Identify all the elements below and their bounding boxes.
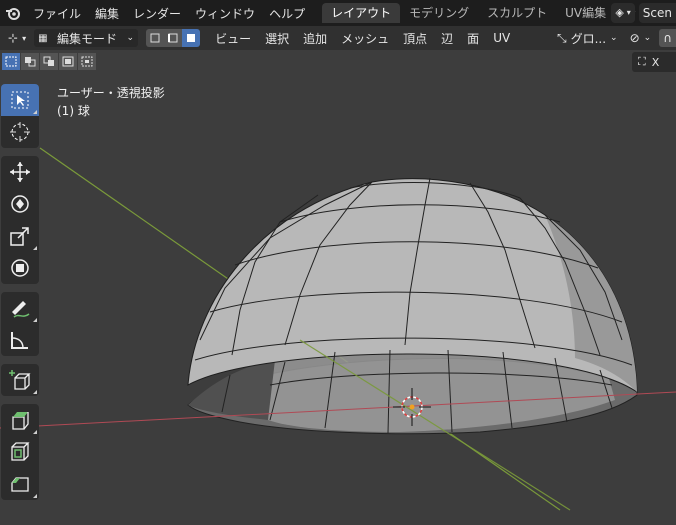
menu-select[interactable]: 選択 (258, 30, 296, 47)
navigation-gizmo-toggle[interactable]: ⛶ X (632, 52, 676, 72)
menu-edge[interactable]: 辺 (434, 30, 460, 47)
face-select-button[interactable] (182, 29, 201, 47)
extrude-icon (12, 412, 29, 430)
menu-add[interactable]: 追加 (296, 30, 334, 47)
scene-name: Scen (642, 6, 672, 20)
orientation-icon: ⤡ (556, 30, 567, 45)
chevron-down-icon: ⌄ (126, 33, 135, 43)
scene-icon: ◈ (615, 6, 624, 19)
object-name: (1) 球 (57, 104, 90, 118)
tool-measure[interactable] (1, 324, 39, 356)
tool-cursor[interactable] (1, 116, 39, 148)
nav-axis-label: X (651, 55, 660, 69)
menu-window[interactable]: ウィンドウ (188, 5, 262, 22)
tab-layout[interactable]: レイアウト (322, 3, 401, 23)
scene-selector[interactable]: ◈ ▾ (611, 3, 635, 23)
viewport-editor-icon: ⊹ (8, 31, 19, 45)
mode-label: 編集モード (57, 31, 118, 46)
toolbar (1, 84, 41, 500)
select-box-icon (11, 91, 29, 109)
blender-logo-icon[interactable] (0, 0, 26, 26)
tool-annotate[interactable] (1, 292, 39, 324)
move-icon (10, 162, 30, 182)
vertex-select-button[interactable] (146, 29, 165, 47)
orientation-label: グロ... (570, 31, 607, 46)
tool-inset[interactable] (1, 436, 39, 468)
menu-uv[interactable]: UV (486, 31, 517, 45)
menu-view[interactable]: ビュー (208, 30, 258, 47)
scale-icon (10, 227, 29, 246)
tool-settings-row (0, 50, 676, 74)
scene-name-field[interactable]: Scen (638, 3, 676, 23)
magnet-icon: ∩ (663, 31, 672, 45)
menu-edit[interactable]: 編集 (88, 5, 126, 22)
transform-icon (11, 259, 29, 277)
cursor-icon (10, 122, 30, 142)
link-icon: ⊘ (629, 31, 640, 45)
view-name: ユーザー・透視投影 (57, 86, 165, 100)
gizmo-icon: ⛶ (638, 55, 646, 68)
chevron-down-icon: ▾ (626, 8, 631, 17)
tool-rotate[interactable] (1, 188, 39, 220)
add-cube-icon (9, 370, 31, 390)
tab-modeling[interactable]: モデリング (400, 3, 478, 23)
tool-extrude[interactable] (1, 404, 39, 436)
chevron-down-icon: ▾ (22, 33, 27, 43)
mode-selector[interactable]: ▦ 編集モード ⌄ (34, 29, 139, 47)
tool-transform[interactable] (1, 252, 39, 284)
tool-move[interactable] (1, 156, 39, 188)
snap-toggle[interactable]: ∩ (659, 29, 676, 47)
transform-orientation-selector[interactable]: ⤡ グロ... ⌄ (553, 29, 622, 47)
select-intersect-button[interactable] (78, 53, 96, 70)
edit-mode-icon: ▦ (38, 32, 48, 44)
menu-vertex[interactable]: 頂点 (396, 30, 434, 47)
tool-bevel[interactable] (1, 468, 39, 500)
menu-mesh[interactable]: メッシュ (334, 30, 396, 47)
tool-select-box[interactable] (1, 84, 39, 116)
pivot-selector[interactable]: ⊘ ⌄ (626, 29, 656, 47)
viewport-header: ⊹ ▾ ▦ 編集モード ⌄ ビュー 選択 追加 メッシュ 頂点 辺 面 UV ⤡… (0, 26, 676, 50)
menu-face[interactable]: 面 (460, 30, 486, 47)
inset-icon (11, 442, 30, 461)
top-bar: ファイル 編集 レンダー ウィンドウ ヘルプ レイアウト モデリング スカルプト… (0, 0, 676, 26)
tool-scale[interactable] (1, 220, 39, 252)
viewport-3d[interactable] (0, 0, 676, 525)
select-subtract-button[interactable] (40, 53, 58, 70)
select-invert-button[interactable] (59, 53, 77, 70)
tab-sculpting[interactable]: スカルプト (478, 3, 556, 23)
menu-render[interactable]: レンダー (126, 5, 188, 22)
chevron-down-icon: ⌄ (610, 33, 618, 43)
measure-icon (11, 332, 28, 349)
viewport-info: ユーザー・透視投影 (1) 球 (57, 84, 165, 120)
tool-add-cube[interactable] (1, 364, 39, 396)
editor-type-selector[interactable]: ⊹ ▾ (4, 29, 30, 47)
chevron-down-icon: ⌄ (643, 33, 652, 43)
bevel-icon (11, 477, 29, 492)
edge-select-button[interactable] (164, 29, 183, 47)
select-extend-button[interactable] (21, 53, 39, 70)
menu-file[interactable]: ファイル (26, 5, 88, 22)
annotate-icon (12, 301, 30, 318)
menu-help[interactable]: ヘルプ (262, 5, 312, 22)
rotate-icon (11, 195, 29, 213)
tab-uv-editing[interactable]: UV編集 (556, 3, 615, 23)
select-new-button[interactable] (2, 53, 20, 70)
